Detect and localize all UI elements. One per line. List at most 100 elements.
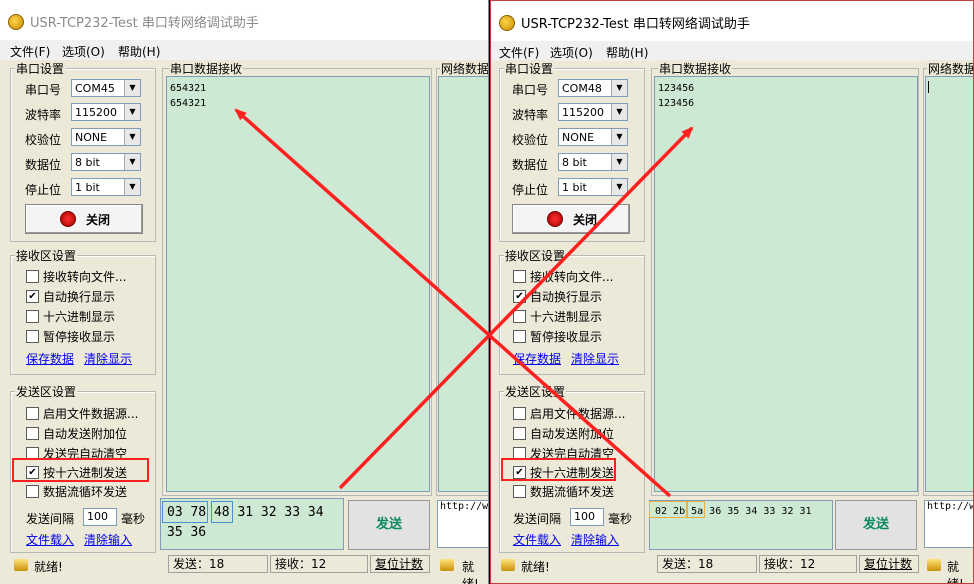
- received-count: 接收：12: [759, 555, 857, 573]
- net-status-ready: 就绪!: [462, 560, 479, 584]
- status-ready: 就绪!: [34, 560, 63, 574]
- window-b: USR-TCP232-Test 串口转网络调试助手 文件(F) 选项(O) 帮助…: [490, 0, 974, 584]
- parity-select[interactable]: NONE ▼: [71, 128, 141, 146]
- status-led-icon: [60, 211, 76, 227]
- annotation-highlight-box: [687, 501, 705, 518]
- baud-label: 波特率: [25, 108, 62, 122]
- port-select[interactable]: COM48 ▼: [558, 79, 628, 97]
- serial-settings-group: 串口设置 串口号 COM45 ▼ 波特率 115200 ▼ 校验位 NONE ▼ 数据…: [10, 60, 156, 242]
- url-display: http://w: [924, 500, 973, 548]
- serial-settings-title: 串口设置: [15, 60, 66, 77]
- status-bar: 就绪! 发送：18 接收：12 复位计数 就绪!: [491, 553, 973, 583]
- sent-count: 发送：18: [168, 555, 268, 573]
- chevron-down-icon: ▼: [611, 179, 627, 195]
- send-settings-title: 发送区设置: [15, 383, 78, 400]
- menu-options[interactable]: 选项(O): [62, 43, 105, 60]
- serial-rx-textarea[interactable]: 654321 654321: [166, 76, 430, 492]
- databits-label: 数据位: [25, 158, 62, 172]
- chevron-down-icon: ▼: [124, 104, 140, 120]
- close-port-button[interactable]: 关闭: [25, 204, 143, 234]
- interval-label: 发送间隔: [513, 512, 562, 526]
- send-button[interactable]: 发送: [835, 500, 917, 550]
- clear-input-link[interactable]: 清除输入: [84, 531, 132, 548]
- app-logo-icon: [8, 14, 24, 30]
- stopbits-select[interactable]: 1 bit ▼: [558, 178, 628, 196]
- title-bar: USR-TCP232-Test 串口转网络调试助手: [0, 0, 488, 40]
- parity-select[interactable]: NONE ▼: [558, 128, 628, 146]
- receive-settings-title: 接收区设置: [15, 247, 78, 264]
- app-logo-icon: [499, 15, 515, 31]
- window-title: USR-TCP232-Test 串口转网络调试助手: [30, 16, 259, 31]
- port-label: 串口号: [512, 83, 549, 97]
- chevron-down-icon: ▼: [611, 129, 627, 145]
- serial-settings-group: 串口设置 串口号 COM48 ▼ 波特率 115200 ▼ 校验位 NONE ▼ 数据…: [499, 60, 645, 242]
- received-count: 接收：12: [270, 555, 368, 573]
- serial-rx-title: 串口数据接收: [658, 60, 733, 77]
- file-load-link[interactable]: 文件载入: [513, 531, 561, 548]
- interval-unit: 毫秒: [121, 512, 146, 526]
- menu-bar: 文件(F) 选项(O) 帮助(H): [0, 40, 488, 60]
- save-data-link[interactable]: 保存数据: [513, 350, 561, 367]
- parity-label: 校验位: [512, 133, 549, 147]
- chevron-down-icon: ▼: [124, 80, 140, 96]
- annotation-highlight-box: [211, 501, 233, 523]
- stopbits-label: 停止位: [25, 183, 62, 197]
- menu-options[interactable]: 选项(O): [550, 44, 593, 61]
- databits-select[interactable]: 8 bit ▼: [558, 153, 628, 171]
- tx-line: 35 36: [167, 525, 207, 540]
- port-label: 串口号: [25, 83, 62, 97]
- url-display: http://w: [437, 500, 488, 548]
- menu-bar: 文件(F) 选项(O) 帮助(H): [491, 41, 973, 61]
- annotation-highlight-box: [162, 501, 208, 523]
- chevron-down-icon: ▼: [124, 154, 140, 170]
- net-status-ready: 就绪!: [947, 560, 964, 584]
- chevron-down-icon: ▼: [124, 129, 140, 145]
- serial-rx-textarea[interactable]: 123456 123456: [654, 76, 918, 492]
- window-a: USR-TCP232-Test 串口转网络调试助手 文件(F) 选项(O) 帮助…: [0, 0, 489, 584]
- baud-select[interactable]: 115200 ▼: [558, 103, 628, 121]
- annotation-highlight-box: [12, 458, 149, 482]
- file-load-link[interactable]: 文件载入: [26, 531, 74, 548]
- clear-display-link[interactable]: 清除显示: [571, 350, 619, 367]
- menu-help[interactable]: 帮助(H): [118, 43, 160, 60]
- annotation-highlight-box: [649, 501, 687, 518]
- interval-label: 发送间隔: [26, 512, 75, 526]
- databits-select[interactable]: 8 bit ▼: [71, 153, 141, 171]
- interval-input[interactable]: 100: [83, 508, 117, 526]
- window-title: USR-TCP232-Test 串口转网络调试助手: [521, 17, 750, 32]
- stopbits-select[interactable]: 1 bit ▼: [71, 178, 141, 196]
- rx-line: 654321: [170, 98, 207, 109]
- rx-line: 123456: [658, 98, 695, 109]
- parity-label: 校验位: [25, 133, 62, 147]
- interval-input[interactable]: 100: [570, 508, 604, 526]
- menu-file[interactable]: 文件(F): [499, 44, 539, 61]
- receive-settings-group: 接收区设置 接收转向文件... ✔ 自动换行显示 十六进制显示 暂停接收显示 保存…: [10, 247, 156, 375]
- reset-count-button[interactable]: 复位计数: [859, 555, 919, 573]
- net-status-icon: [440, 559, 454, 571]
- status-bar: 就绪! 发送：18 接收：12 复位计数 就绪!: [0, 553, 488, 584]
- port-select[interactable]: COM45 ▼: [71, 79, 141, 97]
- serial-settings-title: 串口设置: [504, 60, 555, 77]
- close-port-button[interactable]: 关闭: [512, 204, 630, 234]
- chevron-down-icon: ▼: [611, 104, 627, 120]
- menu-help[interactable]: 帮助(H): [606, 44, 648, 61]
- databits-label: 数据位: [512, 158, 549, 172]
- chevron-down-icon: ▼: [611, 80, 627, 96]
- sent-count: 发送：18: [657, 555, 757, 573]
- baud-label: 波特率: [512, 108, 549, 122]
- clear-input-link[interactable]: 清除输入: [571, 531, 619, 548]
- status-icon: [501, 559, 515, 571]
- menu-file[interactable]: 文件(F): [10, 43, 50, 60]
- net-rx-textarea[interactable]: [925, 76, 973, 492]
- stopbits-label: 停止位: [512, 183, 549, 197]
- status-ready: 就绪!: [521, 560, 550, 574]
- receive-settings-group: 接收区设置 接收转向文件... ✔ 自动换行显示 十六进制显示 暂停接收显示 保存…: [499, 247, 645, 375]
- save-data-link[interactable]: 保存数据: [26, 350, 74, 367]
- annotation-highlight-box: [501, 458, 616, 481]
- reset-count-button[interactable]: 复位计数: [370, 555, 430, 573]
- status-led-icon: [547, 211, 563, 227]
- clear-display-link[interactable]: 清除显示: [84, 350, 132, 367]
- net-rx-textarea[interactable]: [438, 76, 488, 492]
- baud-select[interactable]: 115200 ▼: [71, 103, 141, 121]
- send-button[interactable]: 发送: [348, 500, 430, 550]
